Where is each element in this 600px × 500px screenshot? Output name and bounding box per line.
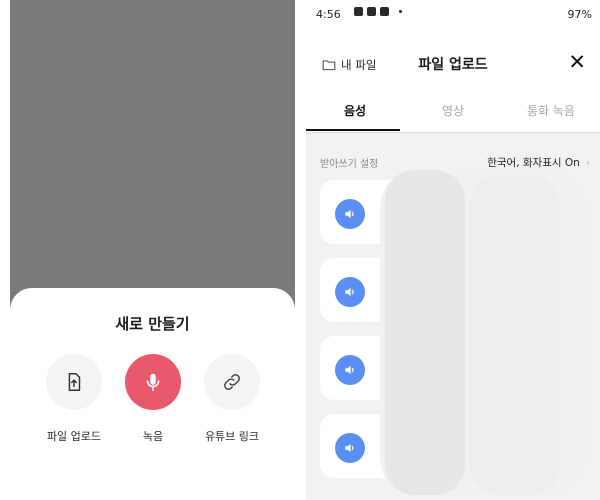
page-title: 파일 업로드 xyxy=(418,57,488,73)
left-panel: 새로 만들기 파일 업로드 녹음 유튜브 링크 xyxy=(10,0,295,500)
tab-bar: 음성 영상 통화 녹음 xyxy=(306,98,600,133)
speaker-icon xyxy=(335,277,365,307)
chevron-right-icon: › xyxy=(585,157,590,169)
file-upload-label: 파일 업로드 xyxy=(46,430,102,443)
link-icon xyxy=(224,374,240,390)
close-icon: ✕ xyxy=(568,50,586,74)
close-button[interactable]: ✕ xyxy=(568,50,586,74)
redaction-overlay xyxy=(470,175,560,495)
top-bar: 내 파일 파일 업로드 ✕ xyxy=(306,50,600,78)
status-icons xyxy=(354,7,402,16)
record-action[interactable]: 녹음 xyxy=(113,354,193,444)
create-new-sheet: 새로 만들기 파일 업로드 녹음 유튜브 링크 xyxy=(10,288,295,500)
sheet-title: 새로 만들기 xyxy=(115,315,190,333)
status-time: 4:56 xyxy=(316,8,341,21)
dimmed-overlay[interactable] xyxy=(10,0,295,320)
file-upload-action[interactable]: 파일 업로드 xyxy=(34,354,114,444)
active-tab-indicator xyxy=(306,129,400,131)
speaker-icon xyxy=(335,199,365,229)
record-button[interactable] xyxy=(125,354,181,410)
redaction-overlay xyxy=(385,170,465,495)
record-label: 녹음 xyxy=(142,430,164,443)
microphone-icon xyxy=(146,373,160,392)
speaker-icon xyxy=(335,355,365,385)
status-bar: 4:56 97% xyxy=(306,0,600,30)
youtube-link-action[interactable]: 유튜브 링크 xyxy=(192,354,272,444)
cloud-icon xyxy=(367,7,376,16)
dot-icon xyxy=(399,10,402,13)
app-icon xyxy=(380,7,389,16)
tab-voice[interactable]: 음성 xyxy=(306,102,404,119)
file-upload-icon xyxy=(68,373,81,391)
transcription-setting-label: 받아쓰기 설정 xyxy=(320,159,379,170)
gallery-icon xyxy=(354,7,363,16)
youtube-link-button[interactable] xyxy=(204,354,260,410)
tab-video[interactable]: 영상 xyxy=(404,102,502,119)
youtube-link-label: 유튜브 링크 xyxy=(204,430,260,443)
speaker-icon xyxy=(335,433,365,463)
file-upload-button[interactable] xyxy=(46,354,102,410)
battery-status: 97% xyxy=(567,8,592,21)
tab-call-recording[interactable]: 통화 녹음 xyxy=(502,102,600,119)
